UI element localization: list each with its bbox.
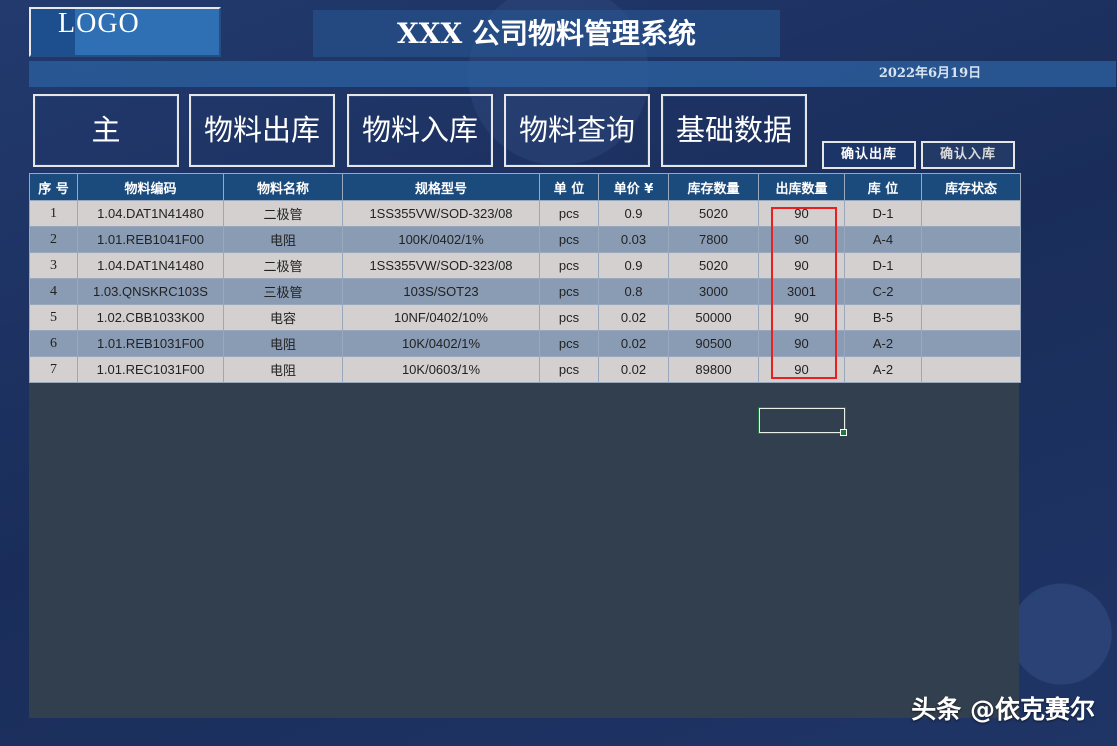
cell-unit[interactable]: pcs	[539, 304, 599, 331]
cell-location[interactable]: B-5	[844, 304, 922, 331]
cell-stock[interactable]: 5020	[668, 252, 759, 279]
cell-unit[interactable]: pcs	[539, 330, 599, 357]
col-header-unit[interactable]: 单 位	[539, 173, 599, 201]
cell-price[interactable]: 0.02	[598, 356, 669, 383]
cell-name[interactable]: 三极管	[223, 278, 343, 305]
cell-status[interactable]	[921, 356, 1021, 383]
cell-unit[interactable]: pcs	[539, 252, 599, 279]
table-row: 6 1.01.REB1031F00 电阻 10K/0402/1% pcs 0.0…	[29, 330, 1021, 357]
cell-name[interactable]: 二极管	[223, 200, 343, 227]
cell-location[interactable]: D-1	[844, 252, 922, 279]
cell-stock[interactable]: 50000	[668, 304, 759, 331]
col-header-price[interactable]: 单价 ¥	[598, 173, 669, 201]
col-header-name[interactable]: 物料名称	[223, 173, 343, 201]
confirm-outbound-button[interactable]: 确认出库	[822, 141, 916, 169]
cell-code[interactable]: 1.04.DAT1N41480	[77, 200, 224, 227]
cell-code[interactable]: 1.01.REC1031F00	[77, 356, 224, 383]
cell-no[interactable]: 1	[29, 200, 78, 227]
cell-price[interactable]: 0.8	[598, 278, 669, 305]
cell-spec[interactable]: 10K/0603/1%	[342, 356, 540, 383]
cell-name[interactable]: 电容	[223, 304, 343, 331]
cell-code[interactable]: 1.03.QNSKRC103S	[77, 278, 224, 305]
out-qty-highlight-box	[771, 207, 837, 379]
confirm-inbound-button[interactable]: 确认入库	[921, 141, 1015, 169]
cell-price[interactable]: 0.02	[598, 330, 669, 357]
cell-stock[interactable]: 90500	[668, 330, 759, 357]
logo: LOGO	[58, 8, 140, 39]
cell-unit[interactable]: pcs	[539, 226, 599, 253]
cell-spec[interactable]: 10K/0402/1%	[342, 330, 540, 357]
cell-stock[interactable]: 7800	[668, 226, 759, 253]
cell-price[interactable]: 0.9	[598, 252, 669, 279]
col-header-no[interactable]: 序 号	[29, 173, 78, 201]
col-header-out-qty[interactable]: 出库数量	[758, 173, 845, 201]
cell-status[interactable]	[921, 330, 1021, 357]
cell-unit[interactable]: pcs	[539, 278, 599, 305]
page-title: XXX 公司物料管理系统	[397, 17, 696, 50]
col-header-location[interactable]: 库 位	[844, 173, 922, 201]
cell-location[interactable]: D-1	[844, 200, 922, 227]
cell-name[interactable]: 二极管	[223, 252, 343, 279]
cell-price[interactable]: 0.03	[598, 226, 669, 253]
cell-name[interactable]: 电阻	[223, 356, 343, 383]
nav-query-button[interactable]: 物料查询	[504, 94, 650, 167]
cell-unit[interactable]: pcs	[539, 200, 599, 227]
cell-spec[interactable]: 1SS355VW/SOD-323/08	[342, 200, 540, 227]
cell-stock[interactable]: 89800	[668, 356, 759, 383]
cell-location[interactable]: A-4	[844, 226, 922, 253]
cell-spec[interactable]: 1SS355VW/SOD-323/08	[342, 252, 540, 279]
col-header-spec[interactable]: 规格型号	[342, 173, 540, 201]
cell-no[interactable]: 2	[29, 226, 78, 253]
cell-stock[interactable]: 3000	[668, 278, 759, 305]
cell-location[interactable]: A-2	[844, 330, 922, 357]
col-header-status[interactable]: 库存状态	[921, 173, 1021, 201]
cell-status[interactable]	[921, 200, 1021, 227]
fill-handle[interactable]	[840, 429, 847, 436]
col-header-stock[interactable]: 库存数量	[668, 173, 759, 201]
cell-status[interactable]	[921, 278, 1021, 305]
cell-name[interactable]: 电阻	[223, 330, 343, 357]
nav-home-button[interactable]: 主 页	[33, 94, 179, 216]
cell-code[interactable]: 1.02.CBB1033K00	[77, 304, 224, 331]
cell-location[interactable]: A-2	[844, 356, 922, 383]
cell-no[interactable]: 3	[29, 252, 78, 279]
cell-no[interactable]: 4	[29, 278, 78, 305]
cell-status[interactable]	[921, 304, 1021, 331]
selected-cell[interactable]	[759, 408, 845, 433]
cell-unit[interactable]: pcs	[539, 356, 599, 383]
cell-no[interactable]: 5	[29, 304, 78, 331]
nav-base-data-button[interactable]: 基础数据	[661, 94, 807, 167]
cell-code[interactable]: 1.01.REB1031F00	[77, 330, 224, 357]
col-header-code[interactable]: 物料编码	[77, 173, 224, 201]
cell-name[interactable]: 电阻	[223, 226, 343, 253]
table-row: 5 1.02.CBB1033K00 电容 10NF/0402/10% pcs 0…	[29, 304, 1021, 331]
material-table: 序 号 物料编码 物料名称 规格型号 单 位 单价 ¥ 库存数量 出库数量 库 …	[29, 173, 1021, 383]
cell-no[interactable]: 7	[29, 356, 78, 383]
cell-status[interactable]	[921, 252, 1021, 279]
table-header-row: 序 号 物料编码 物料名称 规格型号 单 位 单价 ¥ 库存数量 出库数量 库 …	[29, 173, 1021, 201]
table-row: 2 1.01.REB1041F00 电阻 100K/0402/1% pcs 0.…	[29, 226, 1021, 253]
cell-spec[interactable]: 103S/SOT23	[342, 278, 540, 305]
cell-spec[interactable]: 100K/0402/1%	[342, 226, 540, 253]
table-row: 4 1.03.QNSKRC103S 三极管 103S/SOT23 pcs 0.8…	[29, 278, 1021, 305]
watermark: 头条 @依克赛尔	[911, 695, 1095, 724]
nav-inbound-button[interactable]: 物料入库	[347, 94, 493, 167]
table-row: 7 1.01.REC1031F00 电阻 10K/0603/1% pcs 0.0…	[29, 356, 1021, 383]
cell-spec[interactable]: 10NF/0402/10%	[342, 304, 540, 331]
current-date: 2022年6月19日	[878, 66, 982, 81]
table-row: 3 1.04.DAT1N41480 二极管 1SS355VW/SOD-323/0…	[29, 252, 1021, 279]
cell-location[interactable]: C-2	[844, 278, 922, 305]
cell-code[interactable]: 1.01.REB1041F00	[77, 226, 224, 253]
cell-price[interactable]: 0.9	[598, 200, 669, 227]
table-row: 1 1.04.DAT1N41480 二极管 1SS355VW/SOD-323/0…	[29, 200, 1021, 227]
cell-stock[interactable]: 5020	[668, 200, 759, 227]
cell-code[interactable]: 1.04.DAT1N41480	[77, 252, 224, 279]
cell-no[interactable]: 6	[29, 330, 78, 357]
cell-status[interactable]	[921, 226, 1021, 253]
nav-outbound-button[interactable]: 物料出库	[189, 94, 335, 167]
cell-price[interactable]: 0.02	[598, 304, 669, 331]
